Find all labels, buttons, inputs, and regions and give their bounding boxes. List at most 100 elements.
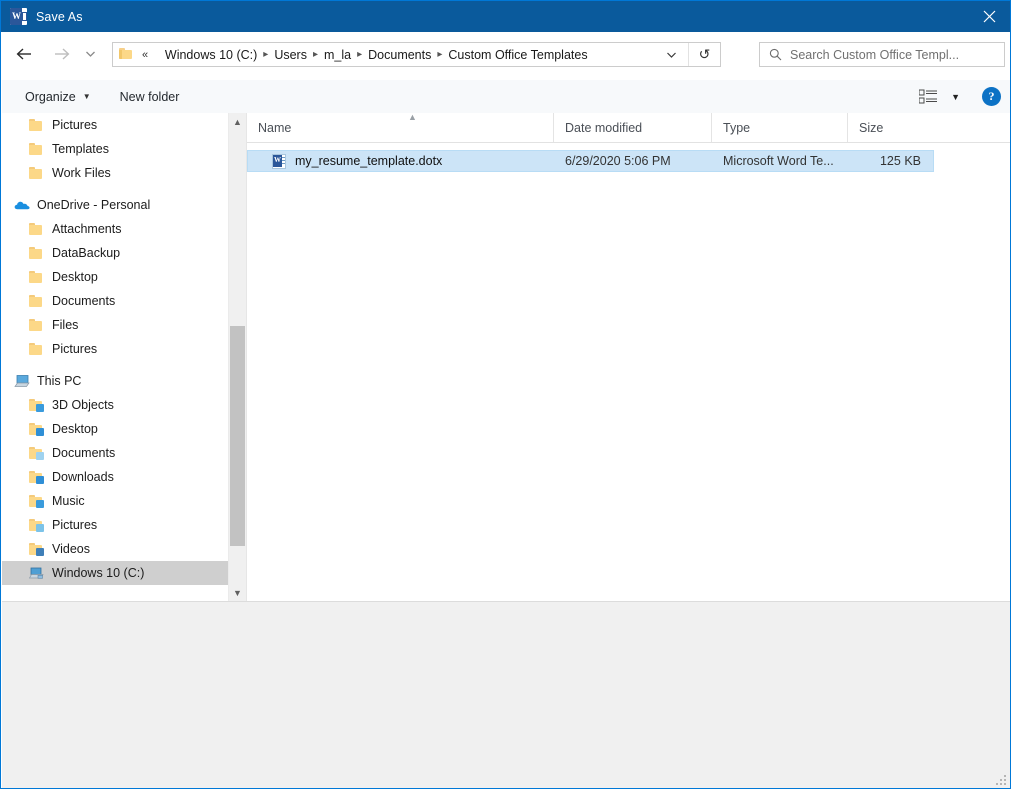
pc-icon [14, 375, 30, 387]
search-placeholder: Search Custom Office Templ... [790, 47, 960, 62]
sidebar-item-pictures[interactable]: Pictures [2, 113, 228, 137]
scroll-up-icon[interactable]: ▲ [229, 113, 246, 130]
sidebar-item-documents[interactable]: Documents [2, 441, 228, 465]
help-icon[interactable]: ? [982, 87, 1001, 106]
breadcrumb-item-3[interactable]: Documents [368, 48, 431, 62]
toolbar-right-group: ▼ ? [918, 80, 1001, 113]
column-header-size[interactable]: Size [847, 113, 934, 142]
sidebar-item-desktop[interactable]: Desktop [2, 417, 228, 441]
sidebar-item-pictures[interactable]: Pictures [2, 513, 228, 537]
sidebar-item-databackup[interactable]: DataBackup [2, 241, 228, 265]
sidebar-scrollbar[interactable]: ▲ ▼ [228, 113, 246, 601]
breadcrumb-separator: ▸ [357, 48, 363, 60]
scrollbar-thumb[interactable] [230, 326, 245, 546]
scroll-down-icon[interactable]: ▼ [229, 584, 246, 601]
folder-videos-icon [29, 543, 44, 556]
column-header-date-modified[interactable]: Date modified [553, 113, 711, 142]
sidebar-item-onedrive-personal[interactable]: OneDrive - Personal [2, 193, 228, 217]
folder-desktop-icon [29, 421, 45, 437]
sidebar-item-this-pc[interactable]: This PC [2, 369, 228, 393]
drive-icon [28, 565, 45, 581]
search-icon [769, 48, 782, 61]
folder-icon [29, 319, 44, 332]
sidebar-item-label: DataBackup [52, 246, 121, 260]
folder-icon [29, 223, 44, 236]
folder-downloads-icon [29, 471, 44, 484]
sidebar-item-label: Pictures [52, 518, 98, 532]
breadcrumb-separator: ▸ [312, 48, 319, 60]
resize-grip-icon[interactable] [996, 775, 1007, 786]
breadcrumb-item-0[interactable]: Windows 10 (C:) [165, 48, 257, 62]
back-arrow-icon[interactable] [10, 40, 38, 68]
column-header-label: Type [723, 120, 751, 135]
address-bar[interactable]: « Windows 10 (C:) ▸ Users ▸ m_la ▸ Docum… [112, 42, 721, 67]
folder-icon [29, 245, 45, 261]
sidebar-item-label: Work Files [52, 166, 111, 180]
sidebar-item-attachments[interactable]: Attachments [2, 217, 228, 241]
folder-icon [29, 143, 44, 156]
chevron-down-icon: ▼ [82, 91, 91, 101]
sidebar-item-label: Pictures [52, 342, 98, 356]
breadcrumb-overflow-icon[interactable]: « [142, 49, 148, 61]
sidebar-group-spacer [2, 185, 228, 193]
sidebar-item-label: Files [52, 318, 79, 332]
sidebar-item-documents[interactable]: Documents [2, 289, 228, 313]
file-size: 125 KB [879, 154, 921, 168]
recent-locations-icon[interactable] [79, 40, 101, 68]
search-input[interactable]: Search Custom Office Templ... [759, 42, 1005, 67]
breadcrumb-separator: ▸ [263, 48, 269, 60]
sidebar-item-desktop[interactable]: Desktop [2, 265, 228, 289]
view-dropdown-icon[interactable]: ▼ [951, 92, 960, 102]
drive-icon [28, 567, 44, 579]
folder-documents-icon [29, 445, 45, 461]
new-folder-button[interactable]: New folder [112, 85, 188, 109]
sidebar-item-label: OneDrive - Personal [37, 198, 151, 212]
sidebar-item-music[interactable]: Music [2, 489, 228, 513]
word-icon: W [10, 8, 27, 25]
folder-desktop-icon [29, 423, 44, 436]
organize-button[interactable]: Organize ▼ [17, 85, 99, 109]
sidebar-item-videos[interactable]: Videos [2, 537, 228, 561]
sidebar-item-label: Documents [52, 446, 116, 460]
organize-label: Organize [25, 89, 76, 104]
folder-icon [29, 141, 45, 157]
refresh-icon[interactable]: ↺ [688, 43, 720, 66]
column-header-label: Date modified [565, 120, 643, 135]
sidebar-item-windows-10-c[interactable]: Windows 10 (C:) [2, 561, 228, 585]
folder-icon [29, 341, 45, 357]
breadcrumb-separator: ▸ [437, 48, 443, 60]
column-header-label: Size [859, 120, 884, 135]
sidebar-item-pictures[interactable]: Pictures [2, 337, 228, 361]
folder-icon [29, 269, 45, 285]
sidebar-item-label: Downloads [52, 470, 114, 484]
list-view-icon[interactable] [918, 89, 941, 105]
table-row[interactable]: Wmy_resume_template.dotx 6/29/2020 5:06 P… [247, 150, 934, 172]
folder-icon [29, 165, 45, 181]
sidebar-item-work-files[interactable]: Work Files [2, 161, 228, 185]
address-dropdown-icon[interactable] [660, 43, 682, 66]
sidebar-item-files[interactable]: Files [2, 313, 228, 337]
sidebar-group-spacer [2, 361, 228, 369]
sidebar-item-label: Music [52, 494, 85, 508]
breadcrumb-item-1[interactable]: Users [274, 48, 307, 62]
column-header-name[interactable]: Name [247, 113, 553, 142]
sidebar-item-label: Videos [52, 542, 90, 556]
folder-3d-icon [29, 399, 44, 412]
close-icon[interactable] [966, 1, 1010, 32]
new-folder-label: New folder [119, 89, 180, 104]
folder-pictures-icon [29, 519, 44, 532]
command-toolbar: Organize ▼ New folder ▼ ? [2, 80, 1010, 114]
folder-music-icon [29, 495, 44, 508]
sidebar-item-downloads[interactable]: Downloads [2, 465, 228, 489]
folder-documents-icon [29, 447, 44, 460]
sidebar-item-3d-objects[interactable]: 3D Objects [2, 393, 228, 417]
folder-icon [29, 295, 44, 308]
breadcrumb-item-4[interactable]: Custom Office Templates [448, 48, 587, 62]
folder-icon [29, 293, 45, 309]
sidebar-item-templates[interactable]: Templates [2, 137, 228, 161]
column-header-type[interactable]: Type [711, 113, 847, 142]
pc-icon [14, 373, 30, 389]
form-pane: File name: my_resume_template.dotx Save … [2, 601, 1010, 788]
breadcrumb-item-2[interactable]: m_la [324, 48, 351, 62]
window-title: Save As [36, 9, 83, 24]
